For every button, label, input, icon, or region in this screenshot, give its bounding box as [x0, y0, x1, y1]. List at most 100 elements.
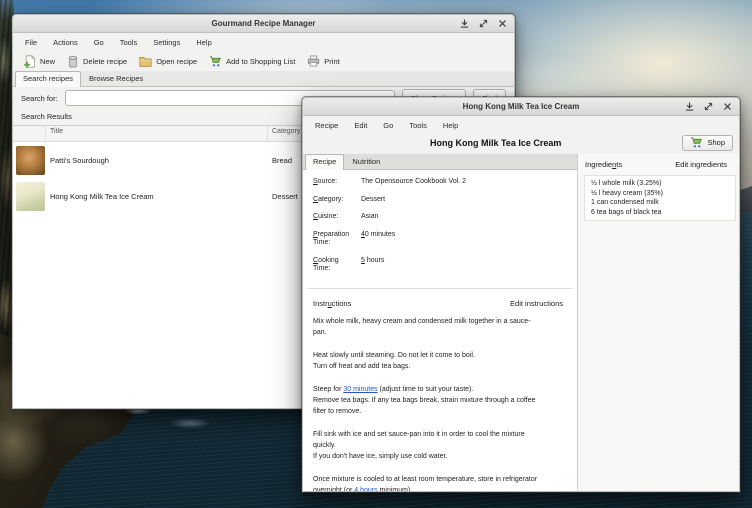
tab-nutrition[interactable]: Nutrition — [344, 154, 388, 169]
cell-title: Hong Kong Milk Tea Ice Cream — [46, 192, 268, 201]
printer-icon — [307, 55, 320, 67]
toolbar-delete-recipe[interactable]: Delete recipe — [62, 54, 132, 69]
window-title: Hong Kong Milk Tea Ice Cream — [303, 102, 739, 111]
instructions-text: Mix whole milk, heavy cream and condense… — [303, 312, 577, 492]
instruction-line: Mix whole milk, heavy cream and condense… — [313, 316, 565, 327]
toolbar-label: Add to Shopping List — [226, 57, 295, 66]
window-title: Gourmand Recipe Manager — [13, 19, 514, 28]
menu-item-go[interactable]: Go — [86, 36, 112, 49]
toolbar-label: Open recipe — [156, 57, 197, 66]
recipe-fields: Source: The Opensource Cookbook Vol. 2 Cat… — [303, 170, 577, 278]
shop-button-label: Shop — [707, 138, 725, 147]
field-value: Asian — [361, 213, 565, 222]
menu-item-edit[interactable]: Edit — [346, 119, 375, 132]
instruction-line: If you don't have ice, simply use cold w… — [313, 451, 565, 462]
instruction-paragraph: Once mixture is cooled to at least room … — [313, 474, 565, 492]
field-label-preparation-time: Preparation Time: — [313, 231, 353, 248]
recipe-card-body: RecipeNutrition Source: The Opensource Co… — [303, 154, 739, 491]
recipe-card-tabs: RecipeNutrition — [303, 154, 577, 170]
column-title[interactable]: Title — [46, 126, 268, 141]
instruction-paragraph: Mix whole milk, heavy cream and condense… — [313, 316, 565, 338]
menu-item-tools[interactable]: Tools — [112, 36, 146, 49]
toolbar-open-recipe[interactable]: Open recipe — [134, 54, 202, 68]
menu-item-recipe[interactable]: Recipe — [307, 119, 346, 132]
bread-photo — [16, 146, 45, 175]
toolbar-label: Delete recipe — [83, 57, 127, 66]
instruction-line: Fill sink with ice and set sauce-pan int… — [313, 429, 565, 440]
recipe-card-menubar: RecipeEditGoToolsHelp — [303, 116, 739, 134]
cell-thumbnail — [13, 146, 46, 175]
instruction-line: Steep for 30 minutes (adjust time to sui… — [313, 384, 565, 395]
menu-item-settings[interactable]: Settings — [145, 36, 188, 49]
recipe-manager-tabs: Search recipesBrowse Recipes — [13, 71, 514, 87]
recipe-manager-toolbar: New Delete recipe Open recipe Add to Shoppi… — [13, 51, 514, 71]
ice-cream-photo — [16, 182, 45, 211]
ingredient-item[interactable]: ½ l whole milk (3.25%) — [591, 179, 729, 189]
cart-icon — [209, 56, 222, 67]
menu-item-go[interactable]: Go — [375, 119, 401, 132]
ingredients-list: ½ l whole milk (3.25%)½ l heavy cream (3… — [584, 175, 736, 221]
instruction-line: overnight (or 4 hours minimum). — [313, 485, 565, 492]
ingredient-item[interactable]: 1 can condensed milk — [591, 198, 729, 208]
recipe-card-titlebar[interactable]: Hong Kong Milk Tea Ice Cream — [303, 98, 739, 116]
recipe-header-row: Hong Kong Milk Tea Ice Cream Shop — [303, 134, 739, 154]
instruction-line: filter to remove. — [313, 406, 565, 417]
menu-item-file[interactable]: File — [17, 36, 45, 49]
field-value: 5 hours — [361, 257, 565, 266]
field-value: The Opensource Cookbook Vol. 2 — [361, 178, 565, 187]
trash-icon — [67, 55, 79, 68]
window-controls — [685, 98, 732, 115]
instruction-line: Once mixture is cooled to at least room … — [313, 474, 565, 485]
instruction-paragraph: Steep for 30 minutes (adjust time to sui… — [313, 384, 565, 417]
menu-item-tools[interactable]: Tools — [401, 119, 435, 132]
toolbar-label: New — [40, 57, 55, 66]
close-icon[interactable] — [723, 102, 732, 111]
time-link[interactable]: 30 minutes — [343, 386, 377, 393]
recipe-manager-titlebar[interactable]: Gourmand Recipe Manager — [13, 15, 514, 33]
instruction-line: Turn off heat and add tea bags. — [313, 361, 565, 372]
field-label-cuisine: Cuisine: — [313, 213, 353, 222]
field-label-source: Source: — [313, 178, 353, 187]
edit-instructions-button[interactable]: Edit instructions — [506, 297, 567, 310]
ingredients-header-row: Ingredients Edit ingredients — [578, 154, 739, 174]
shop-button[interactable]: Shop — [682, 135, 733, 151]
maximize-icon[interactable] — [704, 102, 713, 111]
recipe-manager-menubar: FileActionsGoToolsSettingsHelp — [13, 33, 514, 51]
instructions-header: Instructions — [313, 299, 351, 308]
instructions-header-row: Instructions Edit instructions — [303, 289, 577, 312]
ingredient-item[interactable]: 6 tea bags of black tea — [591, 208, 729, 218]
field-value: 40 minutes — [361, 231, 565, 240]
menu-item-help[interactable]: Help — [435, 119, 466, 132]
recipe-left-pane: RecipeNutrition Source: The Opensource Co… — [303, 154, 578, 491]
search-for-label: Search for: — [21, 94, 58, 103]
window-recipe-card: Hong Kong Milk Tea Ice Cream RecipeEditG… — [302, 97, 740, 492]
time-link[interactable]: 4 hours — [354, 487, 377, 492]
menu-item-help[interactable]: Help — [188, 36, 219, 49]
menu-item-actions[interactable]: Actions — [45, 36, 86, 49]
minimize-icon[interactable] — [460, 19, 469, 28]
minimize-icon[interactable] — [685, 102, 694, 111]
field-label-category: Category: — [313, 196, 353, 205]
edit-ingredients-button[interactable]: Edit ingredients — [671, 158, 731, 171]
field-value: Dessert — [361, 196, 565, 205]
tab-search-recipes[interactable]: Search recipes — [15, 71, 81, 87]
cell-thumbnail — [13, 182, 46, 211]
folder-icon — [139, 55, 152, 67]
column-thumbnail[interactable] — [13, 126, 46, 141]
tab-browse-recipes[interactable]: Browse Recipes — [81, 71, 151, 86]
toolbar-add-to-shopping-list[interactable]: Add to Shopping List — [204, 55, 300, 68]
tab-recipe[interactable]: Recipe — [305, 154, 344, 170]
ingredient-item[interactable]: ½ l heavy cream (35%) — [591, 189, 729, 199]
instruction-paragraph: Fill sink with ice and set sauce-pan int… — [313, 429, 565, 462]
close-icon[interactable] — [498, 19, 507, 28]
maximize-icon[interactable] — [479, 19, 488, 28]
toolbar-new[interactable]: New — [18, 54, 60, 69]
instruction-line: pan. — [313, 327, 565, 338]
window-controls — [460, 15, 507, 32]
cart-icon — [690, 137, 703, 148]
recipe-details: Source: The Opensource Cookbook Vol. 2 Cat… — [303, 170, 577, 491]
toolbar-print[interactable]: Print — [302, 54, 344, 68]
field-label-cooking-time: Cooking Time: — [313, 257, 353, 274]
ingredients-header: Ingredients — [585, 160, 622, 169]
instruction-paragraph: Heat slowly until steaming. Do not let i… — [313, 350, 565, 372]
